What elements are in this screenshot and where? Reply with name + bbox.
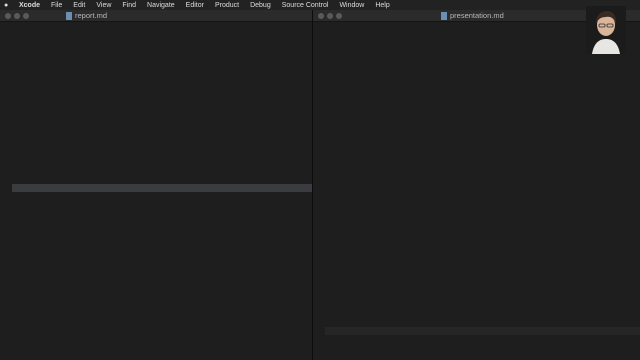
menu-item[interactable]: Product bbox=[215, 2, 239, 9]
menu-item[interactable]: Window bbox=[339, 2, 364, 9]
minimize-button[interactable] bbox=[14, 12, 20, 19]
menu-item[interactable]: Source Control bbox=[282, 2, 329, 9]
window-title: presentation.md bbox=[450, 11, 504, 20]
zoom-button[interactable] bbox=[23, 12, 29, 19]
webcam-overlay bbox=[586, 6, 626, 54]
line-gutter bbox=[313, 22, 325, 360]
close-button[interactable] bbox=[5, 12, 11, 19]
document-icon bbox=[66, 11, 72, 20]
menu-item[interactable]: File bbox=[51, 2, 62, 9]
title-bar: report.md bbox=[0, 10, 312, 22]
menu-item[interactable]: View bbox=[96, 2, 111, 9]
current-line-highlight bbox=[325, 327, 640, 336]
menu-item[interactable]: Editor bbox=[186, 2, 204, 9]
minimize-button[interactable] bbox=[327, 12, 333, 19]
zoom-button[interactable] bbox=[336, 12, 342, 19]
menu-item[interactable]: Navigate bbox=[147, 2, 175, 9]
menu-item[interactable]: Find bbox=[122, 2, 136, 9]
menu-item[interactable]: Help bbox=[375, 2, 389, 9]
menu-item[interactable]: Xcode bbox=[19, 2, 40, 9]
text-editor[interactable]: (максимум 8), минимум 1, не включены зна… bbox=[0, 22, 312, 360]
report-editor-window: report.md (максимум 8), минимум 1, не вк… bbox=[0, 10, 312, 360]
menu-bar: ● Xcode File Edit View Find Navigate Editor Pro… bbox=[0, 0, 640, 10]
menu-item[interactable]: Debug bbox=[250, 2, 271, 9]
presentation-editor-window: presentation.md ## Выполнение лабораторн… bbox=[313, 10, 640, 360]
apple-icon[interactable]: ● bbox=[4, 2, 11, 9]
selection-highlight bbox=[12, 183, 312, 192]
close-button[interactable] bbox=[318, 12, 324, 19]
window-title: report.md bbox=[75, 11, 108, 20]
text-editor[interactable]: ## Выполнение лабораторной работы![Декла… bbox=[313, 22, 640, 360]
menu-item[interactable]: Edit bbox=[73, 2, 85, 9]
line-gutter bbox=[0, 22, 12, 360]
document-icon bbox=[441, 11, 447, 20]
menu-items: Xcode File Edit View Find Navigate Editor Produ… bbox=[19, 2, 401, 9]
